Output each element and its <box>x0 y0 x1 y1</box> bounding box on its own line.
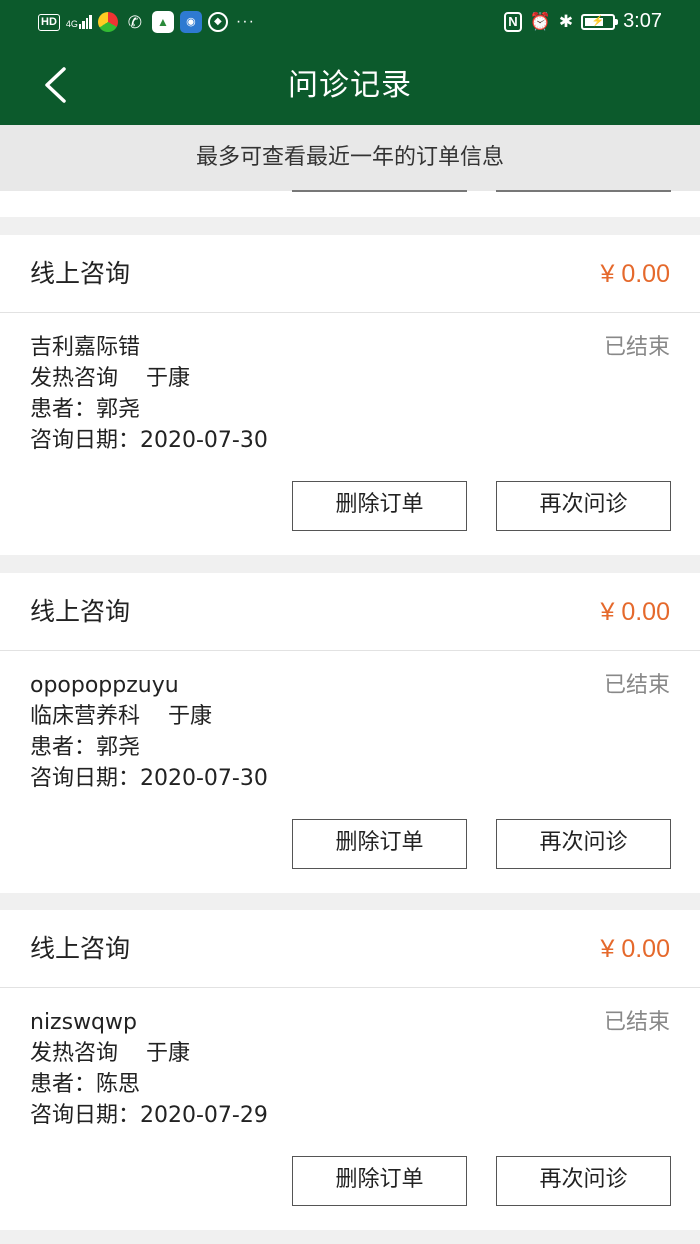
status-badge: 已结束 <box>603 673 670 698</box>
department: 发热咨询 <box>30 1041 119 1066</box>
alarm-icon: ⏰ <box>529 11 551 31</box>
notice-banner: 最多可查看最近一年的订单信息 <box>0 125 700 191</box>
battery-icon: ⚡ <box>581 13 619 30</box>
doctor: 于康 <box>168 704 213 729</box>
order-name: 吉利嘉际错 <box>30 335 141 360</box>
department-doctor: 发热咨询 于康 <box>30 364 190 394</box>
consult-date: 咨询日期：2020-07-29 <box>30 1103 268 1128</box>
status-badge: 已结束 <box>603 1010 670 1035</box>
chevron-left-icon <box>45 67 66 103</box>
card-body: nizswqwp 已结束 发热咨询 于康 患者：陈思 咨询日期：2020-07-2… <box>0 988 700 1230</box>
bluetooth-icon: ✱ <box>558 11 574 31</box>
phone-wifi-icon: ✆ <box>127 12 143 32</box>
order-price: ¥ 0.00 <box>600 935 670 963</box>
signal-icon: 4G <box>66 15 92 29</box>
order-name: opopoppzuyu <box>30 673 179 698</box>
status-bar: HD 4G ✆ ▲ ◉ ◆ ··· N ⏰ ✱ ⚡ 3:07 <box>0 0 700 46</box>
status-bar-left: HD 4G ✆ ▲ ◉ ◆ ··· <box>38 11 255 33</box>
wifi-hotspot-icon: ◉ <box>179 11 202 33</box>
previous-delete-button-edge <box>292 189 467 192</box>
consult-type: 线上咨询 <box>30 597 131 626</box>
status-time: 3:07 <box>623 10 662 32</box>
order-card: 线上咨询 ¥ 0.00 nizswqwp 已结束 发热咨询 于康 患者：陈思 咨询… <box>0 910 700 1230</box>
consult-type: 线上咨询 <box>30 259 131 288</box>
page-title: 问诊记录 <box>288 68 412 103</box>
consult-date: 咨询日期：2020-07-30 <box>30 766 268 791</box>
department: 发热咨询 <box>30 366 119 391</box>
patient: 患者：陈思 <box>30 1072 141 1097</box>
card-body: 吉利嘉际错 已结束 发热咨询 于康 患者：郭尧 咨询日期：2020-07-30 删… <box>0 313 700 555</box>
nfc-icon: N <box>504 11 522 32</box>
delete-order-button[interactable]: 删除订单 <box>292 1156 467 1206</box>
status-badge: 已结束 <box>603 335 670 360</box>
order-price: ¥ 0.00 <box>600 598 670 626</box>
order-price: ¥ 0.00 <box>600 260 670 288</box>
consult-date: 咨询日期：2020-07-30 <box>30 428 268 453</box>
card-header: 线上咨询 ¥ 0.00 <box>0 573 700 651</box>
card-body: opopoppzuyu 已结束 临床营养科 于康 患者：郭尧 咨询日期：2020-… <box>0 651 700 893</box>
image-app-icon: ▲ <box>151 11 174 33</box>
consult-again-button[interactable]: 再次问诊 <box>496 1156 671 1206</box>
back-button[interactable] <box>30 60 80 110</box>
previous-again-button-edge <box>496 189 671 192</box>
doctor: 于康 <box>146 366 191 391</box>
consult-type: 线上咨询 <box>30 934 131 963</box>
hd-badge: HD <box>38 13 60 31</box>
delete-order-button[interactable]: 删除订单 <box>292 481 467 531</box>
card-header: 线上咨询 ¥ 0.00 <box>0 910 700 988</box>
card-header: 线上咨询 ¥ 0.00 <box>0 235 700 313</box>
network-type-label: 4G <box>65 19 78 29</box>
department-doctor: 发热咨询 于康 <box>30 1039 190 1069</box>
order-card: 线上咨询 ¥ 0.00 吉利嘉际错 已结束 发热咨询 于康 患者：郭尧 咨询日期：… <box>0 235 700 555</box>
doctor: 于康 <box>146 1041 191 1066</box>
more-notifications-icon: ··· <box>235 13 255 30</box>
department: 临床营养科 <box>30 704 141 729</box>
delete-order-button[interactable]: 删除订单 <box>292 819 467 869</box>
consult-again-button[interactable]: 再次问诊 <box>496 481 671 531</box>
order-card: 线上咨询 ¥ 0.00 opopoppzuyu 已结束 临床营养科 于康 患者：郭… <box>0 573 700 893</box>
camera-app-icon: ◆ <box>207 12 228 32</box>
patient: 患者：郭尧 <box>30 397 141 422</box>
status-bar-right: N ⏰ ✱ ⚡ 3:07 <box>504 10 662 33</box>
patient: 患者：郭尧 <box>30 735 141 760</box>
consult-again-button[interactable]: 再次问诊 <box>496 819 671 869</box>
previous-card-fragment <box>0 189 700 217</box>
order-name: nizswqwp <box>30 1010 137 1035</box>
chrome-like-icon <box>97 12 118 32</box>
department-doctor: 临床营养科 于康 <box>30 702 212 732</box>
nav-bar: 问诊记录 <box>0 46 700 125</box>
